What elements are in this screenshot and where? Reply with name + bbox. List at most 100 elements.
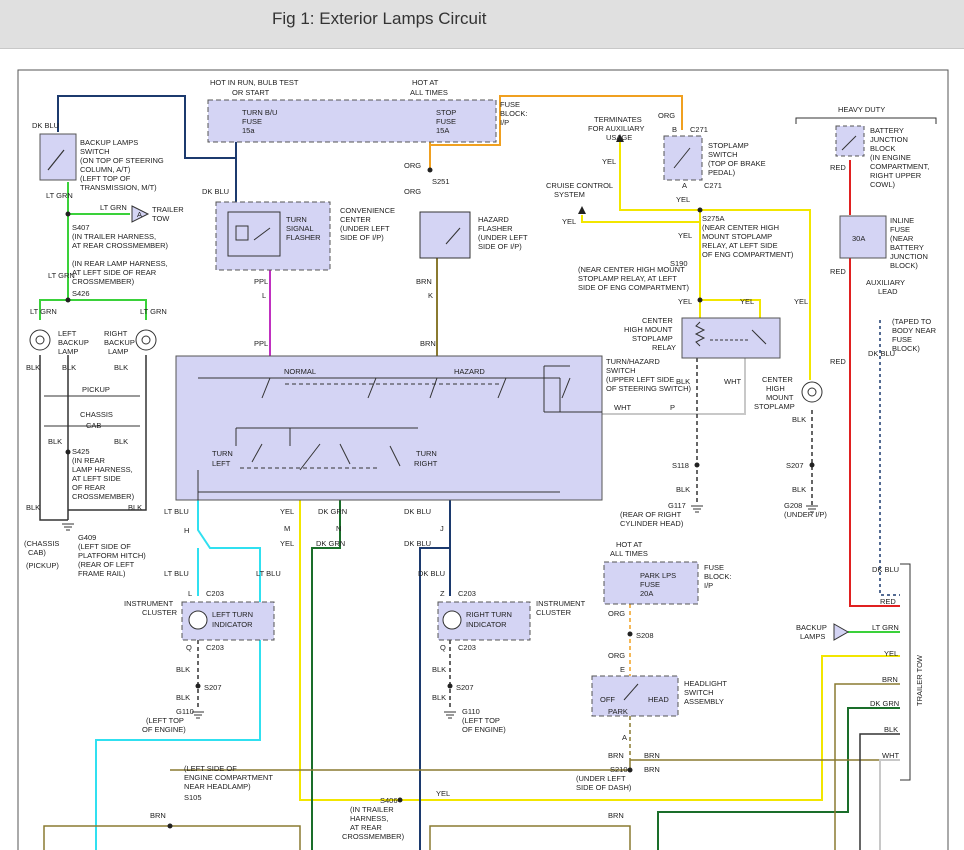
- diagram-label: DK BLU: [32, 121, 59, 130]
- wire-brn-box-left: [43, 825, 301, 850]
- diagram-label: SWITCH: [606, 366, 636, 375]
- diagram-label: OF REAR: [72, 483, 106, 492]
- diagram-label: L: [262, 291, 266, 300]
- diagram-label: TOW: [152, 214, 170, 223]
- diagram-label: ORG: [658, 111, 675, 120]
- battery-junction-label: BATTERY: [870, 126, 904, 135]
- diagram-label: BLOCK): [892, 344, 920, 353]
- diagram-label: Q: [440, 643, 446, 652]
- diagram-label: (IN TRAILER: [350, 805, 394, 814]
- diagram-label: LT GRN: [30, 307, 57, 316]
- inline-fuse-label: INLINE: [890, 216, 914, 225]
- diagram-label: BRN: [420, 339, 436, 348]
- diagram-label: JUNCTION: [890, 252, 928, 261]
- diagram-label: YEL: [884, 649, 898, 658]
- diagram-label: WHT: [614, 403, 631, 412]
- left-backup-lamp: [29, 329, 51, 351]
- diagram-label: FUSE: [242, 117, 262, 126]
- cruise-label: CRUISE CONTROL: [546, 181, 613, 190]
- diagram-line: [65, 449, 71, 455]
- diagram-label: LT BLU: [164, 507, 189, 516]
- hazard-label: HAZARD: [454, 367, 485, 376]
- diagram-label: BLK: [792, 415, 806, 424]
- s210-label: S210: [610, 765, 628, 774]
- diagram-label: (TOP OF BRAKE: [708, 159, 766, 168]
- diagram-label: FUSE: [704, 563, 724, 572]
- diagram-label: (REAR OF RIGHT: [620, 510, 682, 519]
- diagram-label: ENGINE COMPARTMENT: [184, 773, 273, 782]
- diagram-label: ASSEMBLY: [684, 697, 724, 706]
- diagram-label: CENTER: [340, 215, 371, 224]
- diagram-label: BRN: [882, 675, 898, 684]
- diagram-label: CLUSTER: [142, 608, 178, 617]
- diagram-label: S207: [204, 683, 222, 692]
- diagram-label: (NEAR: [890, 234, 914, 243]
- g409-label: G409: [78, 533, 96, 542]
- backup-switch-label: BACKUP LAMPS: [80, 138, 138, 147]
- diagram-label: MOUNT: [766, 393, 794, 402]
- diagram-label: (UNDER LEFT: [576, 774, 626, 783]
- diagram-label: LEAD: [878, 287, 898, 296]
- diagram-label: BRN: [644, 765, 660, 774]
- diagram-label: RIGHT: [414, 459, 438, 468]
- diagram-label: COWL): [870, 180, 896, 189]
- turn-right-label: TURN: [416, 449, 437, 458]
- diagram-label: C271: [690, 125, 708, 134]
- diagram-label: FOR AUXILIARY: [588, 124, 645, 133]
- diagram-label: M: [284, 524, 290, 533]
- diagram-label: (TAPED TO: [892, 317, 931, 326]
- diagram-label: LT BLU: [256, 569, 281, 578]
- chassis-cab-label: CHASSIS: [80, 410, 113, 419]
- diagram-label: YEL: [280, 507, 294, 516]
- diagram-line: [427, 167, 433, 173]
- diagram-label: (REAR OF LEFT: [78, 560, 135, 569]
- diagram-label: (PICKUP): [26, 561, 59, 570]
- diagram-label: LEFT: [212, 459, 231, 468]
- diagram-label: (IN TRAILER HARNESS,: [72, 232, 156, 241]
- trailer-tow-vertical: TRAILER TOW: [915, 654, 924, 706]
- diagram-line: [442, 610, 462, 630]
- diagram-label: JUNCTION: [870, 135, 908, 144]
- diagram-label: YEL: [678, 231, 692, 240]
- diagram-label: HOT AT: [616, 540, 643, 549]
- hot-run-label: HOT IN RUN, BULB TEST: [210, 78, 299, 87]
- diagram-label: SIDE OF ENG COMPARTMENT): [578, 283, 689, 292]
- diagram-label: USAGE: [606, 133, 632, 142]
- diagram-label: AT LEFT SIDE OF REAR: [72, 268, 157, 277]
- diagram-label: INDICATOR: [466, 620, 507, 629]
- diagram-label: STOPLAMP: [632, 334, 673, 343]
- diagram-label: FUSE: [640, 580, 660, 589]
- diagram-label: (UNDER I/P): [784, 510, 827, 519]
- diagram-label: DK BLU: [872, 565, 899, 574]
- diagram-label: (NEAR CENTER HIGH MOUNT: [578, 265, 685, 274]
- diagram-label: SWITCH: [80, 147, 110, 156]
- g208-label: G208: [784, 501, 802, 510]
- wire-dk-grn: [311, 500, 341, 850]
- g110-right-label: G110: [462, 707, 480, 716]
- diagram-line: [167, 823, 173, 829]
- trailer-tow-bracket: [900, 563, 911, 781]
- diagram-label: YEL: [562, 217, 576, 226]
- diagram-label: FUSE: [890, 225, 910, 234]
- diagram-label: RIGHT UPPER: [870, 171, 922, 180]
- diagram-label: AT LEFT SIDE: [72, 474, 121, 483]
- diagram-label: K: [428, 291, 433, 300]
- diagram-label: (LEFT TOP: [146, 716, 184, 725]
- diagram-label: OF ENG COMPARTMENT): [702, 250, 794, 259]
- s275a-label: S275A: [702, 214, 725, 223]
- diagram-label: SIDE OF DASH): [576, 783, 632, 792]
- diagram-label: SWITCH: [708, 150, 738, 159]
- chms-lamp: [801, 381, 823, 403]
- wire-dk-blu-aux: [879, 320, 900, 596]
- wire-brn-left: [170, 760, 631, 771]
- diagram-label: FLASHER: [286, 233, 321, 242]
- right-backup-lamp: [135, 329, 157, 351]
- diagram-label: BRN: [644, 751, 660, 760]
- diagram-label: C203: [458, 589, 476, 598]
- diagram-label: BRN: [150, 811, 166, 820]
- diagram-label: YEL: [678, 297, 692, 306]
- diagram-label: C203: [458, 643, 476, 652]
- diagram-line: [627, 631, 633, 637]
- diagram-label: FUSE: [436, 117, 456, 126]
- diagram-label: RED: [880, 597, 896, 606]
